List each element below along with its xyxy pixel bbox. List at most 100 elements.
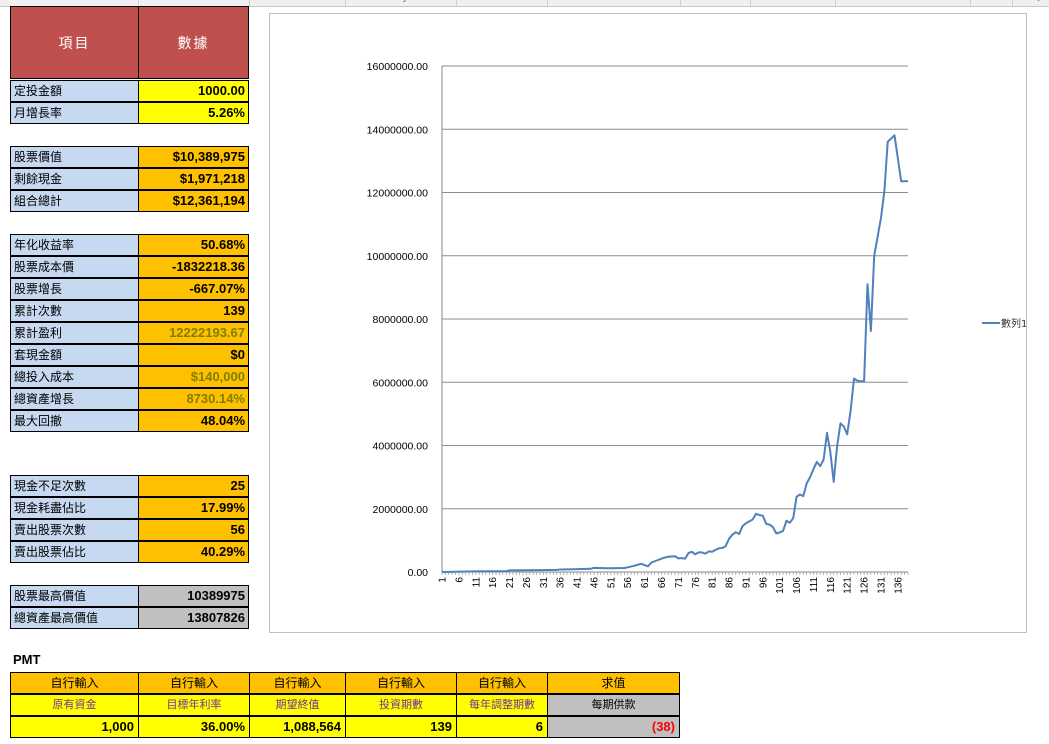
x-tick-label: 31 — [539, 577, 550, 589]
column-header-label[interactable]: AK — [497, 0, 509, 3]
row-value[interactable]: 50.68% — [138, 234, 249, 256]
x-tick-label: 51 — [606, 577, 617, 589]
row-label[interactable]: 最大回撤 — [10, 410, 139, 432]
row-label[interactable]: 累計盈利 — [10, 322, 139, 344]
pmt-value-adjust[interactable]: 6 — [456, 716, 548, 738]
pmt-result-tag: 求值 — [547, 672, 680, 694]
legend-label: 數列1 — [1001, 317, 1026, 330]
row-value[interactable]: $10,389,975 — [138, 146, 249, 168]
series-line — [441, 134, 909, 573]
column-header-label[interactable]: AG — [67, 0, 80, 3]
pmt-label: 期望終值 — [249, 694, 346, 716]
chart-plot: 0.00 2000000.00 4000000.00 6000000.00 800000… — [367, 61, 1028, 594]
row-label[interactable]: 股票價值 — [10, 146, 139, 168]
x-tick-label: 121 — [843, 577, 854, 594]
column-header-label[interactable]: AH — [186, 0, 199, 3]
row-label[interactable]: 套現金額 — [10, 344, 139, 366]
header-data: 數據 — [138, 6, 249, 79]
x-tick-label: 61 — [640, 577, 651, 589]
row-value[interactable]: -667.07% — [138, 278, 249, 300]
row-label[interactable]: 賣出股票佔比 — [10, 541, 139, 563]
pmt-input-tag: 自行輸入 — [345, 672, 457, 694]
row-label[interactable]: 股票成本價 — [10, 256, 139, 278]
line-chart[interactable]: 0.00 2000000.00 4000000.00 6000000.00 800000… — [269, 13, 1027, 633]
row-label[interactable]: 現金耗盡佔比 — [10, 497, 139, 519]
row-value[interactable]: 17.99% — [138, 497, 249, 519]
column-header-label[interactable]: AN — [786, 0, 799, 3]
x-tick-label: 6 — [454, 577, 465, 583]
row-value[interactable]: 56 — [138, 519, 249, 541]
pmt-value-periods[interactable]: 139 — [345, 716, 457, 738]
pmt-label: 每期供款 — [547, 694, 680, 716]
y-tick-label: 2000000.00 — [373, 504, 429, 516]
row-value[interactable]: 48.04% — [138, 410, 249, 432]
column-header-label[interactable]: AJ — [398, 0, 407, 3]
x-tick-label: 66 — [657, 577, 668, 589]
x-tick-label: 71 — [674, 577, 685, 589]
y-tick-label: 6000000.00 — [373, 377, 429, 389]
column-separator — [835, 0, 836, 6]
pmt-value-future[interactable]: 1,088,564 — [249, 716, 346, 738]
column-separator — [547, 0, 548, 6]
row-label[interactable]: 現金不足次數 — [10, 475, 139, 497]
column-header-label[interactable]: AP — [985, 0, 997, 3]
row-label[interactable]: 剩餘現金 — [10, 168, 139, 190]
y-tick-label: 14000000.00 — [367, 124, 428, 136]
x-tick-label: 116 — [826, 577, 837, 593]
pmt-value-rate[interactable]: 36.00% — [138, 716, 250, 738]
column-header-label[interactable]: AO — [897, 0, 910, 3]
x-tick-label: 16 — [488, 577, 499, 589]
row-value[interactable]: $0 — [138, 344, 249, 366]
x-tick-label: 111 — [809, 577, 820, 593]
row-value[interactable]: 40.29% — [138, 541, 249, 563]
column-header-label[interactable]: AI — [296, 0, 305, 3]
column-separator — [456, 0, 457, 6]
x-tick-label: 36 — [556, 577, 567, 589]
x-tick-label: 11 — [471, 577, 482, 588]
y-tick-label: 10000000.00 — [367, 251, 428, 263]
y-tick-label: 16000000.00 — [367, 61, 428, 73]
row-label[interactable]: 年化收益率 — [10, 234, 139, 256]
row-value[interactable]: 8730.14% — [138, 388, 249, 410]
row-value[interactable]: $12,361,194 — [138, 190, 249, 212]
row-label[interactable]: 總資產最高價值 — [10, 607, 139, 629]
row-value[interactable]: $1,971,218 — [138, 168, 249, 190]
x-tick-label: 1 — [438, 577, 449, 583]
column-header-label[interactable]: AL — [607, 0, 618, 3]
pmt-value-principal[interactable]: 1,000 — [10, 716, 139, 738]
pmt-input-tag: 自行輸入 — [10, 672, 139, 694]
x-tick-label: 131 — [876, 577, 887, 594]
row-value[interactable]: -1832218.36 — [138, 256, 249, 278]
row-value[interactable]: 5.26% — [138, 102, 249, 124]
row-value[interactable]: 139 — [138, 300, 249, 322]
x-tick-label: 21 — [505, 577, 516, 589]
row-value[interactable]: $140,000 — [138, 366, 249, 388]
row-label[interactable]: 組合總計 — [10, 190, 139, 212]
pmt-title: PMT — [13, 652, 41, 667]
row-value[interactable]: 13807826 — [138, 607, 249, 629]
row-label[interactable]: 累計次數 — [10, 300, 139, 322]
column-header-label[interactable]: AM — [708, 0, 722, 3]
row-label[interactable]: 股票最高價值 — [10, 585, 139, 607]
row-value[interactable]: 25 — [138, 475, 249, 497]
column-separator — [970, 0, 971, 6]
x-tick-label: 76 — [691, 577, 702, 589]
row-value[interactable]: 10389975 — [138, 585, 249, 607]
row-value[interactable]: 1000.00 — [138, 80, 249, 102]
column-header-label[interactable]: AQ — [1027, 0, 1040, 3]
x-tick-label: 81 — [708, 577, 719, 589]
x-tick-label: 106 — [792, 577, 803, 594]
row-value[interactable]: 12222193.67 — [138, 322, 249, 344]
column-separator — [1012, 0, 1013, 6]
row-label[interactable]: 定投金額 — [10, 80, 139, 102]
pmt-value-payment[interactable]: (38) — [547, 716, 680, 738]
row-label[interactable]: 月增長率 — [10, 102, 139, 124]
row-label[interactable]: 賣出股票次數 — [10, 519, 139, 541]
row-label[interactable]: 總資產增長 — [10, 388, 139, 410]
x-tick-label: 101 — [775, 577, 786, 594]
header-item: 項目 — [10, 6, 139, 79]
pmt-label: 每年調整期數 — [456, 694, 548, 716]
row-label[interactable]: 股票增長 — [10, 278, 139, 300]
row-label[interactable]: 總投入成本 — [10, 366, 139, 388]
y-tick-label: 12000000.00 — [367, 188, 428, 200]
